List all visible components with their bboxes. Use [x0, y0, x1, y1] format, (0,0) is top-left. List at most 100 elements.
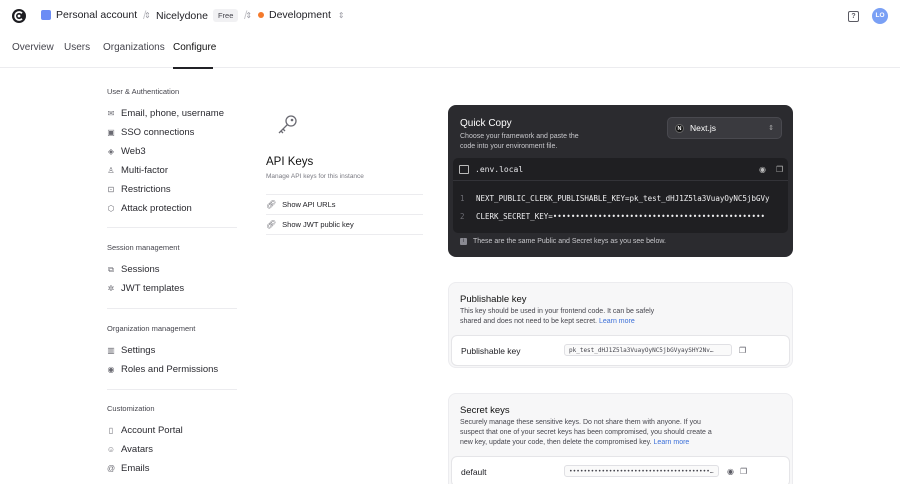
sidebar-item-sso[interactable]: ▣ SSO connections — [107, 127, 194, 138]
secret-key-value[interactable]: •••••••••••••••••••••••••••••••••••••••… — [564, 465, 719, 477]
publishable-key-title: Publishable key — [460, 294, 527, 305]
sidebar-item-label: Email, phone, username — [121, 108, 224, 119]
sso-icon: ▣ — [107, 128, 115, 137]
quick-copy-title: Quick Copy — [460, 118, 512, 129]
sidebar-item-emails[interactable]: @ Emails — [107, 463, 150, 474]
link-icon: 🔗︎ — [266, 220, 277, 229]
line-number: 1 — [460, 194, 465, 203]
show-jwt-public-key-link[interactable]: 🔗︎ Show JWT public key — [266, 220, 354, 229]
secret-keys-title: Secret keys — [460, 405, 510, 416]
sessions-icon: ⧉ — [108, 264, 114, 274]
sidebar-item-settings[interactable]: ▥ Settings — [107, 345, 155, 356]
quick-copy-card: Quick Copy Choose your framework and pas… — [448, 105, 793, 257]
api-link-divider — [266, 214, 423, 215]
sidebar-item-web3[interactable]: ◈ Web3 — [107, 146, 146, 157]
mail-icon: ✉ — [107, 109, 115, 118]
chevron-updown-icon: ⇕ — [337, 10, 345, 20]
sidebar-divider — [107, 227, 237, 228]
sidebar-heading-customization: Customization — [107, 404, 155, 413]
main-tabs: Overview Users Organizations Configure — [0, 34, 900, 69]
framework-select[interactable]: N Next.js ⇕ — [667, 117, 782, 139]
sidebar-item-roles[interactable]: ◉ Roles and Permissions — [107, 364, 219, 375]
tab-configure[interactable]: Configure — [173, 42, 216, 53]
environment-switcher[interactable]: Development ⇕ — [258, 9, 345, 21]
sidebar-item-multi-factor[interactable]: ♙ Multi-factor — [107, 165, 168, 176]
publishable-key-label: Publishable key — [461, 346, 521, 356]
key-icon — [278, 115, 297, 134]
tabs-divider — [0, 67, 900, 68]
link-label: Show JWT public key — [282, 220, 354, 229]
sidebar-item-label: Multi-factor — [121, 165, 168, 176]
user-circle-icon: ◉ — [107, 365, 115, 374]
portal-icon: ▯ — [108, 426, 114, 435]
building-icon: ▥ — [107, 346, 115, 355]
avatar-icon: ☺ — [106, 445, 116, 454]
sidebar-heading-user-auth: User & Authentication — [107, 87, 180, 96]
plan-badge: Free — [212, 9, 239, 22]
active-tab-indicator — [173, 67, 213, 69]
info-icon: i — [460, 238, 467, 245]
quick-copy-description: Choose your framework and paste the code… — [460, 133, 579, 150]
tab-users[interactable]: Users — [64, 42, 90, 53]
account-switcher[interactable]: Personal account ⇕ — [41, 9, 151, 21]
sidebar-item-account-portal[interactable]: ▯ Account Portal — [107, 425, 183, 436]
secret-keys-description: Securely manage these sensitive keys. Do… — [460, 418, 725, 448]
code-line: CLERK_SECRET_KEY=•••••••••••••••••••••••… — [476, 212, 765, 221]
sidebar-item-label: Attack protection — [121, 203, 192, 214]
environment-name: Development — [269, 9, 331, 21]
sidebar-item-label: Restrictions — [121, 184, 171, 195]
tab-organizations[interactable]: Organizations — [103, 42, 165, 53]
publishable-key-description: This key should be used in your frontend… — [460, 307, 675, 327]
eye-icon[interactable]: ◉ — [759, 165, 768, 174]
learn-more-link[interactable]: Learn more — [599, 318, 635, 325]
code-line: NEXT_PUBLIC_CLERK_PUBLISHABLE_KEY=pk_tes… — [476, 194, 770, 203]
user-shield-icon: ♙ — [107, 166, 115, 175]
copy-icon[interactable]: ❐ — [740, 467, 749, 476]
top-bar: Personal account ⇕ / Nicelydone Free ⇕ /… — [0, 0, 900, 34]
publishable-key-card: Publishable key This key should be used … — [448, 282, 793, 368]
at-icon: @ — [106, 464, 116, 473]
file-icon — [459, 165, 469, 174]
sidebar-item-label: Sessions — [121, 264, 160, 275]
api-link-divider — [266, 234, 423, 235]
copy-icon[interactable]: ❐ — [776, 165, 785, 174]
quick-copy-note: i These are the same Public and Secret k… — [460, 238, 666, 245]
tab-overview[interactable]: Overview — [12, 42, 54, 53]
link-label: Show API URLs — [282, 200, 336, 209]
user-avatar[interactable]: LO — [872, 8, 888, 24]
help-icon[interactable]: ? — [848, 11, 859, 22]
env-code-block: .env.local ◉ ❐ 1 NEXT_PUBLIC_CLERK_PUBLI… — [453, 158, 788, 233]
breadcrumb-separator: / — [143, 8, 147, 22]
api-link-divider — [266, 194, 423, 195]
sidebar-item-avatars[interactable]: ☺ Avatars — [107, 444, 153, 455]
sidebar-item-label: JWT templates — [121, 283, 185, 294]
secret-key-row: default ••••••••••••••••••••••••••••••••… — [451, 456, 790, 484]
shield-icon: ⬡ — [107, 204, 115, 213]
sidebar-item-label: Avatars — [121, 444, 154, 455]
link-icon: 🔗︎ — [266, 200, 277, 209]
show-api-urls-link[interactable]: 🔗︎ Show API URLs — [266, 200, 336, 209]
secret-keys-card: Secret keys Securely manage these sensit… — [448, 393, 793, 484]
note-text: These are the same Public and Secret key… — [473, 238, 666, 245]
sidebar-item-jwt-templates[interactable]: ✲ JWT templates — [107, 283, 185, 294]
lock-icon: ⊡ — [107, 185, 115, 194]
copy-icon[interactable]: ❐ — [739, 346, 748, 355]
sidebar-item-label: Roles and Permissions — [121, 364, 219, 375]
sidebar-item-email[interactable]: ✉ Email, phone, username — [107, 108, 224, 119]
sidebar-item-label: SSO connections — [121, 127, 195, 138]
sidebar-item-restrictions[interactable]: ⊡ Restrictions — [107, 184, 171, 195]
sidebar-item-attack-protection[interactable]: ⬡ Attack protection — [107, 203, 192, 214]
learn-more-link[interactable]: Learn more — [654, 439, 690, 446]
publishable-key-value[interactable]: pk_test_dHJ1Z5la3VuayOyNC5jbGVyaySHY2Nv… — [564, 344, 732, 356]
web3-icon: ◈ — [107, 147, 115, 156]
sidebar-heading-organization: Organization management — [107, 324, 196, 333]
sidebar-item-sessions[interactable]: ⧉ Sessions — [107, 264, 160, 275]
clerk-logo-icon[interactable] — [11, 8, 27, 24]
api-keys-title: API Keys — [266, 156, 314, 168]
breadcrumb-separator: / — [244, 8, 248, 22]
application-switcher[interactable]: Nicelydone Free ⇕ — [156, 9, 252, 22]
framework-value: Next.js — [690, 123, 716, 133]
eye-icon[interactable]: ◉ — [727, 467, 736, 476]
sidebar-item-label: Web3 — [121, 146, 146, 157]
account-name: Personal account — [56, 9, 138, 21]
